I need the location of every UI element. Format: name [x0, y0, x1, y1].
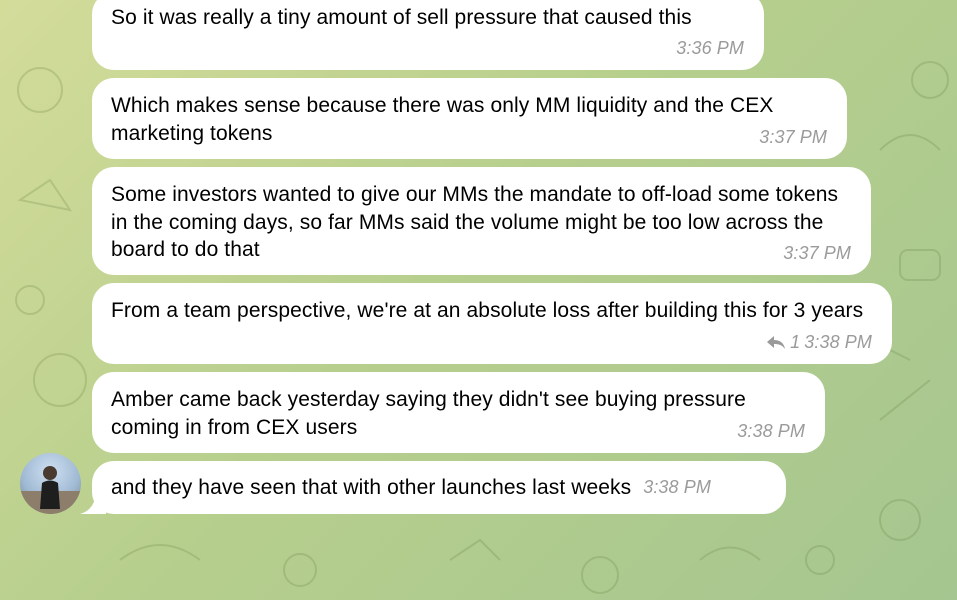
- message-bubble[interactable]: From a team perspective, we're at an abs…: [92, 283, 892, 364]
- message-text: Some investors wanted to give our MMs th…: [111, 183, 839, 261]
- message-timestamp: 3:38 PM: [804, 331, 872, 352]
- message-timestamp: 3:37 PM: [759, 126, 827, 147]
- message-bubble[interactable]: Which makes sense because there was only…: [92, 78, 847, 159]
- message-timestamp: 3:38 PM: [737, 420, 805, 441]
- reply-count: 1: [790, 331, 801, 352]
- message-bubble[interactable]: So it was really a tiny amount of sell p…: [92, 0, 764, 70]
- message-timestamp: 3:37 PM: [783, 242, 851, 263]
- message-text: From a team perspective, we're at an abs…: [111, 299, 864, 322]
- reply-arrow-icon[interactable]: [766, 334, 786, 350]
- message-meta: 1 3:38 PM: [766, 329, 872, 357]
- message-timestamp: 3:36 PM: [676, 37, 744, 58]
- message-text: Which makes sense because there was only…: [111, 94, 774, 145]
- message-text: Amber came back yesterday saying they di…: [111, 388, 746, 439]
- message-text: So it was really a tiny amount of sell p…: [111, 6, 692, 29]
- message-timestamp: 3:38 PM: [643, 476, 711, 497]
- user-avatar[interactable]: [20, 453, 81, 514]
- person-avatar-icon: [20, 466, 81, 514]
- message-bubble[interactable]: Some investors wanted to give our MMs th…: [92, 167, 871, 275]
- message-bubble[interactable]: and they have seen that with other launc…: [92, 461, 786, 514]
- message-bubble[interactable]: Amber came back yesterday saying they di…: [92, 372, 825, 453]
- message-text: and they have seen that with other launc…: [111, 475, 632, 499]
